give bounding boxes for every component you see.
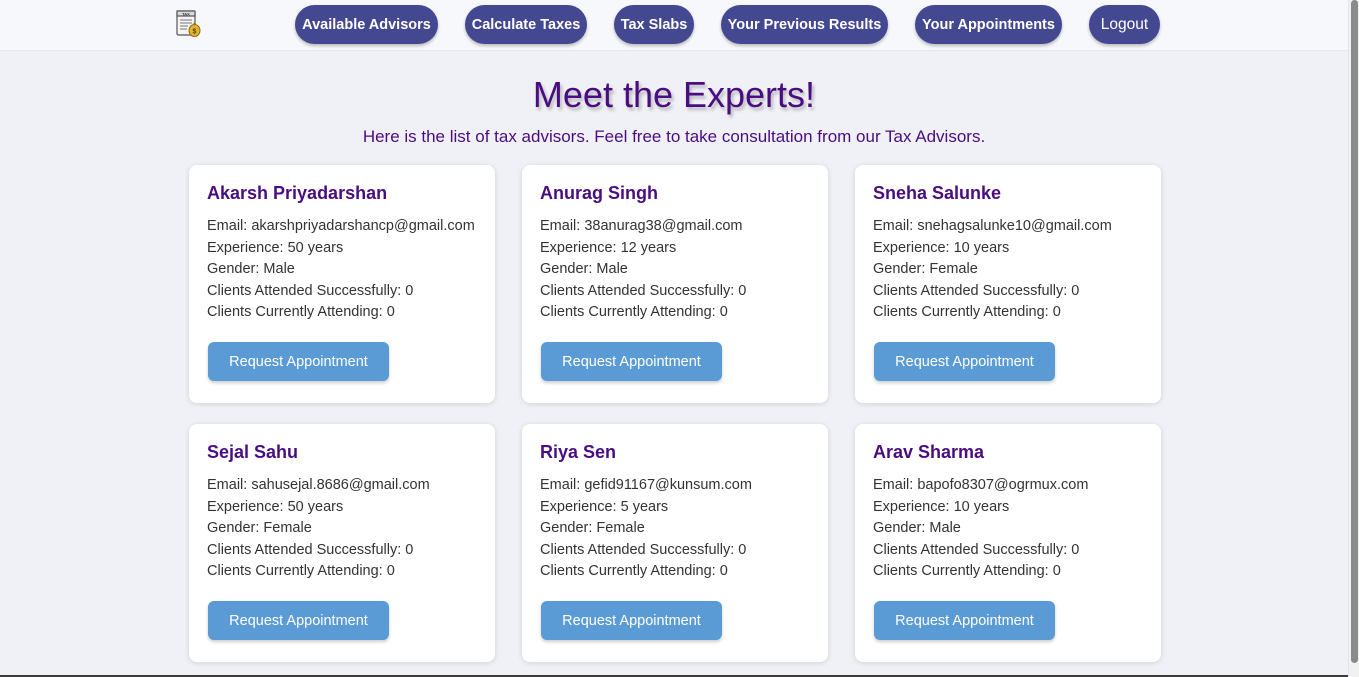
advisor-clients-attended: Clients Attended Successfully: 0: [207, 541, 414, 558]
advisor-email: Email: sahusejal.8686@gmail.com: [207, 477, 430, 493]
advisor-name: Riya Sen: [540, 442, 617, 462]
advisor-experience: Experience: 50 years: [207, 498, 344, 515]
svg-text:TAX: TAX: [182, 11, 190, 16]
advisor-email: Email: gefid91167@kunsum.com: [540, 477, 752, 493]
logout-button[interactable]: Logout: [1089, 5, 1160, 44]
advisor-name: Anurag Singh: [540, 183, 658, 203]
advisor-email: Email: snehagsalunke10@gmail.com: [873, 218, 1112, 234]
page-title: Meet the Experts!: [532, 74, 816, 115]
advisor-card: Riya Sen Email: gefid91167@kunsum.com Ex…: [522, 424, 828, 662]
advisor-details: Email: bapofo8307@ogrmux.com Experience:…: [873, 475, 1088, 583]
request-appointment-button[interactable]: Request Appointment: [541, 601, 722, 640]
advisor-card: Anurag Singh Email: 38anurag38@gmail.com…: [522, 165, 828, 403]
advisor-email: Email: akarshpriyadarshancp@gmail.com: [207, 218, 475, 234]
page-subtitle: Here is the list of tax advisors. Feel f…: [362, 127, 986, 146]
request-appointment-button[interactable]: Request Appointment: [208, 342, 389, 381]
nav-calculate-taxes-button[interactable]: Calculate Taxes: [465, 5, 587, 44]
advisor-email: Email: 38anurag38@gmail.com: [540, 218, 743, 234]
advisor-gender: Gender: Female: [207, 520, 312, 537]
nav-appointments-button[interactable]: Your Appointments: [915, 5, 1062, 44]
svg-text:$: $: [193, 29, 197, 36]
advisor-card: Arav Sharma Email: bapofo8307@ogrmux.com…: [855, 424, 1161, 662]
advisor-name: Sneha Salunke: [873, 183, 1002, 203]
advisor-clients-attending: Clients Currently Attending: 0: [873, 563, 1061, 580]
advisor-clients-attended: Clients Attended Successfully: 0: [873, 541, 1080, 558]
request-appointment-button[interactable]: Request Appointment: [874, 342, 1055, 381]
advisor-clients-attending: Clients Currently Attending: 0: [873, 304, 1061, 321]
advisor-gender: Gender: Male: [540, 261, 628, 278]
top-navbar: TAX $ Available Advisors Calculate Taxes…: [0, 0, 1348, 51]
advisor-clients-attending: Clients Currently Attending: 0: [540, 304, 728, 321]
advisor-card: Akarsh Priyadarshan Email: akarshpriyada…: [189, 165, 495, 403]
nav-tax-slabs-button[interactable]: Tax Slabs: [614, 5, 694, 44]
advisor-details: Email: 38anurag38@gmail.com Experience: …: [540, 216, 746, 324]
advisor-experience: Experience: 10 years: [873, 498, 1010, 515]
advisor-experience: Experience: 12 years: [540, 239, 677, 256]
advisor-name: Sejal Sahu: [207, 442, 299, 462]
vertical-scrollbar[interactable]: [1348, 0, 1359, 677]
advisor-clients-attending: Clients Currently Attending: 0: [207, 304, 395, 321]
request-appointment-button[interactable]: Request Appointment: [541, 342, 722, 381]
advisor-clients-attended: Clients Attended Successfully: 0: [207, 282, 414, 299]
advisor-email: Email: bapofo8307@ogrmux.com: [873, 477, 1089, 493]
advisor-name: Arav Sharma: [873, 442, 985, 462]
advisor-card: Sejal Sahu Email: sahusejal.8686@gmail.c…: [189, 424, 495, 662]
advisor-clients-attended: Clients Attended Successfully: 0: [540, 541, 747, 558]
scrollbar-thumb[interactable]: [1351, 0, 1358, 663]
advisor-details: Email: akarshpriyadarshancp@gmail.com Ex…: [207, 216, 475, 324]
advisor-details: Email: gefid91167@kunsum.com Experience:…: [540, 475, 752, 583]
advisor-experience: Experience: 10 years: [873, 239, 1010, 256]
advisor-clients-attending: Clients Currently Attending: 0: [540, 563, 728, 580]
nav-available-advisors-button[interactable]: Available Advisors: [295, 5, 438, 44]
advisor-gender: Gender: Male: [873, 520, 961, 537]
advisor-gender: Gender: Female: [873, 261, 978, 278]
advisor-clients-attended: Clients Attended Successfully: 0: [873, 282, 1080, 299]
advisor-name: Akarsh Priyadarshan: [207, 183, 388, 203]
request-appointment-button[interactable]: Request Appointment: [874, 601, 1055, 640]
advisor-details: Email: sahusejal.8686@gmail.com Experien…: [207, 475, 430, 583]
advisor-experience: Experience: 50 years: [207, 239, 344, 256]
advisor-clients-attending: Clients Currently Attending: 0: [207, 563, 395, 580]
nav-previous-results-button[interactable]: Your Previous Results: [721, 5, 888, 44]
advisor-card: Sneha Salunke Email: snehagsalunke10@gma…: [855, 165, 1161, 403]
advisor-gender: Gender: Male: [207, 261, 295, 278]
tax-logo-icon[interactable]: TAX $: [174, 9, 204, 39]
advisor-clients-attended: Clients Attended Successfully: 0: [540, 282, 747, 299]
request-appointment-button[interactable]: Request Appointment: [208, 601, 389, 640]
advisor-experience: Experience: 5 years: [540, 498, 669, 515]
advisor-gender: Gender: Female: [540, 520, 645, 537]
advisor-details: Email: snehagsalunke10@gmail.com Experie…: [873, 216, 1112, 324]
